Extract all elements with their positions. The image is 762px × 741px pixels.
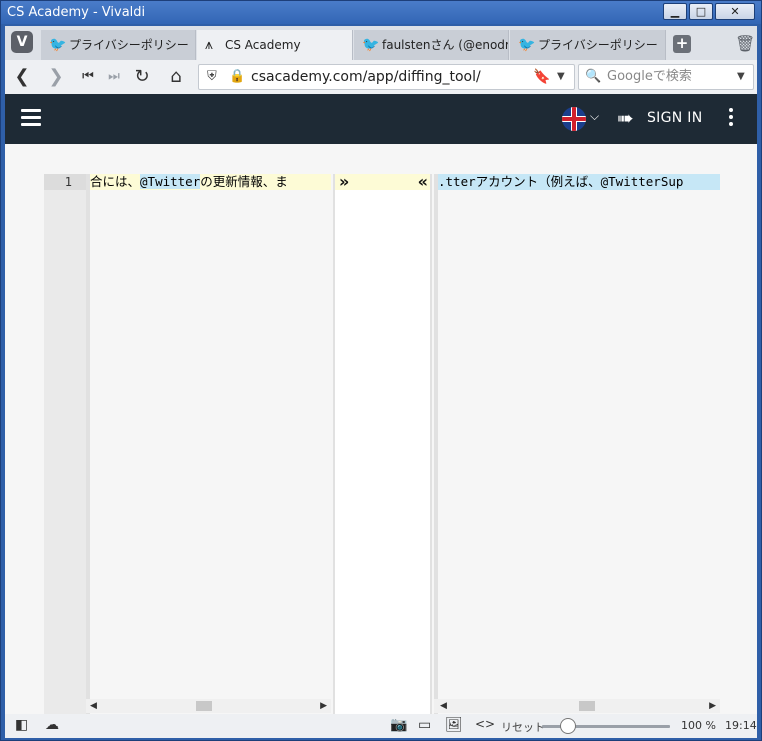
code-icon[interactable]: <> [475,717,495,731]
chevron-down-icon[interactable]: ▼ [557,65,565,89]
zoom-level: 100 % [681,719,716,732]
merge-right-button[interactable]: » [339,172,349,191]
window-controls: ▁ □ ✕ [663,3,755,20]
tab-label: faulstenさん (@enodrar [382,38,509,52]
left-editor-pane[interactable]: 合には、@Twitterの更新情報、ま [86,174,331,714]
site-header: ⌵ ➠ SIGN IN [5,94,757,144]
status-bar: ◧ ☁ 📷 ▭ 🖼 <> リセット 100 % 19:14 [5,714,757,738]
tab-bar: V 🐦 プライバシーポリシー ⩚ CS Academy 🐦 faulstenさん… [5,26,757,60]
sign-in-icon: ➠ [617,106,635,130]
chevron-down-icon[interactable]: ▼ [737,65,745,89]
twitter-bird-icon: 🐦 [362,37,380,53]
page-content: ⌵ ➠ SIGN IN 1 合には、@Twitterの更新情報、ま » « .t… [5,94,757,714]
shield-icon[interactable]: ⛨ [207,65,217,89]
tab-label: CS Academy [225,38,301,52]
minimize-button[interactable]: ▁ [663,3,687,20]
fast-forward-icon[interactable]: ⏭ [103,65,125,89]
left-text-highlight: @Twitter [140,174,201,189]
left-text-after: の更新情報、ま [200,174,288,189]
sign-in-button[interactable]: ➠ SIGN IN [617,106,703,130]
clock: 19:14 [725,719,757,732]
scroll-thumb[interactable] [196,701,212,711]
forward-icon[interactable]: ❯ [45,65,67,89]
hamburger-menu-icon[interactable] [21,109,41,130]
tab-label: プライバシーポリシー [538,38,658,52]
merge-line: » « [335,172,430,191]
browser-window: CS Academy - Vivaldi ▁ □ ✕ V 🐦 プライバシーポリシ… [0,0,762,741]
vivaldi-menu-icon[interactable]: V [11,31,33,53]
rewind-icon[interactable]: ⏮ [77,65,99,89]
search-input[interactable]: 🔍 Googleで検索 ▼ [578,64,754,90]
scroll-right-icon[interactable]: ▶ [320,699,327,713]
camera-icon[interactable]: 📷 [390,717,407,733]
navigation-bar: ❮ ❯ ⏮ ⏭ ↻ ⌂ ⛨ 🔒 csacademy.com/app/diffin… [5,60,757,94]
lock-icon[interactable]: 🔒 [229,65,245,89]
tab-privacy-policy-2[interactable]: 🐦 プライバシーポリシー [510,30,666,60]
reload-icon[interactable]: ↻ [131,65,153,89]
url-text: csacademy.com/app/diffing_tool/ [251,69,481,85]
left-text-before: 合には、 [90,174,141,189]
line-number: 1 [44,174,86,190]
address-bar[interactable]: ⛨ 🔒 csacademy.com/app/diffing_tool/ 🔖 ▼ [198,64,575,90]
search-icon[interactable]: 🔍 [585,65,601,89]
zoom-reset-button[interactable]: リセット [501,719,545,735]
tab-label: プライバシーポリシー [69,38,189,52]
window-icon[interactable]: ▭ [418,717,431,733]
image-icon[interactable]: 🖼 [445,717,463,733]
twitter-bird-icon: 🐦 [49,37,67,53]
more-options-icon[interactable] [729,108,735,129]
scroll-right-icon[interactable]: ▶ [709,699,716,713]
tab-privacy-policy-1[interactable]: 🐦 プライバシーポリシー [41,30,196,60]
window-titlebar: CS Academy - Vivaldi ▁ □ ✕ [1,1,761,24]
twitter-bird-icon: 🐦 [518,37,536,53]
bookmark-icon[interactable]: 🔖 [533,65,550,89]
trash-icon[interactable]: 🗑 [735,34,755,53]
csacademy-logo-icon: ⩚ [205,37,213,53]
scroll-left-icon[interactable]: ◀ [90,699,97,713]
uk-flag-icon[interactable] [562,107,586,131]
zoom-slider-knob[interactable] [560,718,576,734]
left-diff-line[interactable]: 合には、@Twitterの更新情報、ま [90,174,331,190]
right-diff-line[interactable]: .tterアカウント（例えば、@TwitterSup [438,174,720,190]
cloud-sync-icon[interactable]: ☁ [45,717,59,733]
search-placeholder: Googleで検索 [607,69,692,84]
left-horizontal-scrollbar[interactable]: ◀ ▶ [86,699,331,713]
chevron-down-icon[interactable]: ⌵ [590,109,599,124]
tab-faulsten[interactable]: 🐦 faulstenさん (@enodrar [354,30,509,60]
line-gutter [44,174,86,714]
back-icon[interactable]: ❮ [11,65,33,89]
sign-in-label: SIGN IN [647,110,703,126]
merge-left-button[interactable]: « [418,172,428,191]
maximize-button[interactable]: □ [689,3,713,20]
merge-gutter: » « [333,172,432,714]
right-horizontal-scrollbar[interactable]: ◀ ▶ [434,699,720,713]
panel-toggle-icon[interactable]: ◧ [15,717,28,733]
scroll-left-icon[interactable]: ◀ [440,699,447,713]
window-title: CS Academy - Vivaldi [7,5,146,20]
scroll-thumb[interactable] [579,701,595,711]
tab-csacademy[interactable]: ⩚ CS Academy [197,30,353,60]
new-tab-button[interactable]: + [673,35,691,53]
home-icon[interactable]: ⌂ [165,65,187,89]
right-editor-pane[interactable]: .tterアカウント（例えば、@TwitterSup [434,174,720,714]
close-button[interactable]: ✕ [715,3,755,20]
